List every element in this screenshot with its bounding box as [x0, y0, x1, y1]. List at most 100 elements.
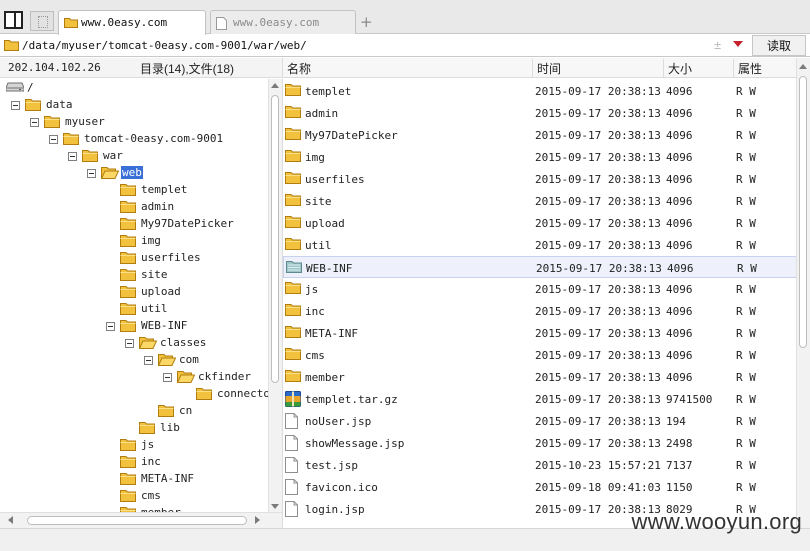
- collapse-toggle-icon[interactable]: [106, 322, 115, 331]
- file-row[interactable]: img 2015-09-17 20:38:13 4096 R W: [283, 146, 796, 168]
- file-row[interactable]: showMessage.jsp 2015-09-17 20:38:13 2498 R …: [283, 432, 796, 454]
- grid-view-button[interactable]: [30, 11, 54, 31]
- folder-icon: [285, 369, 301, 385]
- tree-node-label[interactable]: myuser: [64, 115, 106, 128]
- file-row[interactable]: admin 2015-09-17 20:38:13 4096 R W: [283, 102, 796, 124]
- collapse-toggle-icon[interactable]: [30, 118, 39, 127]
- file-row[interactable]: META-INF 2015-09-17 20:38:13 4096 R W: [283, 322, 796, 344]
- file-size: 4096: [666, 327, 693, 340]
- file-row[interactable]: js 2015-09-17 20:38:13 4096 R W: [283, 278, 796, 300]
- collapse-toggle-icon[interactable]: [11, 101, 20, 110]
- file-row[interactable]: userfiles 2015-09-17 20:38:13 4096 R W: [283, 168, 796, 190]
- file-row[interactable]: favicon.ico 2015-09-18 09:41:03 1150 R W: [283, 476, 796, 498]
- tree-node-label[interactable]: lib: [159, 421, 181, 434]
- folder-icon: [196, 387, 212, 403]
- file-attributes: R W: [736, 195, 756, 208]
- file-time: 2015-09-17 20:38:13: [535, 195, 661, 208]
- file-row[interactable]: templet.tar.gz 2015-09-17 20:38:13 9741500…: [283, 388, 796, 410]
- tree-node-label[interactable]: My97DatePicker: [140, 217, 235, 230]
- file-time: 2015-09-17 20:38:13: [535, 217, 661, 230]
- tree-node-label[interactable]: upload: [140, 285, 182, 298]
- folder-icon: [285, 281, 301, 297]
- file-name: util: [305, 239, 332, 252]
- tree-node-label[interactable]: img: [140, 234, 162, 247]
- column-attributes[interactable]: 属性: [734, 59, 797, 77]
- tree-node-label[interactable]: data: [45, 98, 74, 111]
- tree-node-label[interactable]: classes: [159, 336, 207, 349]
- tree-node-label[interactable]: ckfinder: [197, 370, 252, 383]
- file-row[interactable]: noUser.jsp 2015-09-17 20:38:13 194 R W: [283, 410, 796, 432]
- file-row[interactable]: templet 2015-09-17 20:38:13 4096 R W: [283, 80, 796, 102]
- file-row[interactable]: member 2015-09-17 20:38:13 4096 R W: [283, 366, 796, 388]
- file-name: test.jsp: [305, 459, 358, 472]
- column-name[interactable]: 名称: [283, 59, 533, 77]
- tree-node-label[interactable]: war: [102, 149, 124, 162]
- tree-vertical-scroll-thumb[interactable]: [271, 95, 279, 383]
- column-time[interactable]: 时间: [533, 59, 664, 77]
- file-time: 2015-09-17 20:38:13: [535, 173, 661, 186]
- tree-node-label[interactable]: site: [140, 268, 169, 281]
- tree-node-label[interactable]: META-INF: [140, 472, 195, 485]
- file-size: 4096: [666, 349, 693, 362]
- sort-updown-icon[interactable]: ±: [714, 38, 721, 52]
- tab-active[interactable]: www.0easy.com: [58, 10, 206, 35]
- scroll-right-arrow-icon[interactable]: [255, 516, 260, 524]
- file-row[interactable]: util 2015-09-17 20:38:13 4096 R W: [283, 234, 796, 256]
- tree-node-label[interactable]: tomcat-0easy.com-9001: [83, 132, 224, 145]
- collapse-toggle-icon[interactable]: [68, 152, 77, 161]
- file-row[interactable]: site 2015-09-17 20:38:13 4096 R W: [283, 190, 796, 212]
- column-size[interactable]: 大小: [664, 59, 734, 77]
- scroll-left-arrow-icon[interactable]: [8, 516, 13, 524]
- read-button[interactable]: 读取: [752, 35, 806, 56]
- file-name: inc: [305, 305, 325, 318]
- tree-node-label[interactable]: WEB-INF: [140, 319, 188, 332]
- file-time: 2015-09-17 20:38:13: [535, 393, 661, 406]
- file-icon: [285, 501, 298, 520]
- file-size: 4096: [666, 129, 693, 142]
- file-size: 4096: [666, 283, 693, 296]
- collapse-toggle-icon[interactable]: [163, 373, 172, 382]
- scroll-up-arrow-icon[interactable]: [799, 64, 807, 69]
- collapse-toggle-icon[interactable]: [144, 356, 153, 365]
- tree-node-label[interactable]: util: [140, 302, 169, 315]
- tab-inactive[interactable]: www.0easy.com: [210, 10, 356, 34]
- item-count: 目录(14),文件(18): [140, 62, 235, 76]
- tree-horizontal-scroll-thumb[interactable]: [27, 516, 247, 525]
- tree-node-label[interactable]: connector: [216, 387, 268, 400]
- tree-node-label[interactable]: templet: [140, 183, 188, 196]
- file-row[interactable]: WEB-INF 2015-09-17 20:38:13 4096 R W: [283, 256, 796, 278]
- scroll-down-arrow-icon[interactable]: [271, 504, 279, 509]
- folder-icon: [120, 251, 136, 267]
- dropdown-arrow-icon[interactable]: [733, 41, 743, 47]
- folder-icon: [285, 303, 301, 319]
- folder-icon: [120, 217, 136, 233]
- file-row[interactable]: My97DatePicker 2015-09-17 20:38:13 4096 R W: [283, 124, 796, 146]
- tab-label: www.0easy.com: [81, 16, 168, 29]
- file-size: 4096: [666, 217, 693, 230]
- tree-node-label[interactable]: com: [178, 353, 200, 366]
- file-row[interactable]: upload 2015-09-17 20:38:13 4096 R W: [283, 212, 796, 234]
- tree-node-label[interactable]: js: [140, 438, 155, 451]
- scroll-up-arrow-icon[interactable]: [271, 83, 279, 88]
- collapse-toggle-icon[interactable]: [87, 169, 96, 178]
- tree-node-label[interactable]: /: [26, 81, 35, 94]
- add-tab-button[interactable]: +: [360, 13, 373, 31]
- file-row[interactable]: cms 2015-09-17 20:38:13 4096 R W: [283, 344, 796, 366]
- folder-icon: [120, 183, 136, 199]
- file-list-scroll-thumb[interactable]: [799, 76, 807, 348]
- file-attributes: R W: [736, 305, 756, 318]
- path-input[interactable]: [22, 37, 748, 54]
- tree-node-label[interactable]: userfiles: [140, 251, 202, 264]
- tree-node-label[interactable]: cn: [178, 404, 193, 417]
- collapse-toggle-icon[interactable]: [125, 339, 134, 348]
- tree-node-label[interactable]: inc: [140, 455, 162, 468]
- toggle-panel-button[interactable]: [4, 11, 23, 29]
- file-time: 2015-09-17 20:38:13: [535, 415, 661, 428]
- tree-node-label[interactable]: web: [121, 166, 143, 179]
- file-row[interactable]: test.jsp 2015-10-23 15:57:21 7137 R W: [283, 454, 796, 476]
- file-name: META-INF: [305, 327, 358, 340]
- collapse-toggle-icon[interactable]: [49, 135, 58, 144]
- file-row[interactable]: inc 2015-09-17 20:38:13 4096 R W: [283, 300, 796, 322]
- tree-node-label[interactable]: cms: [140, 489, 162, 502]
- tree-node-label[interactable]: admin: [140, 200, 175, 213]
